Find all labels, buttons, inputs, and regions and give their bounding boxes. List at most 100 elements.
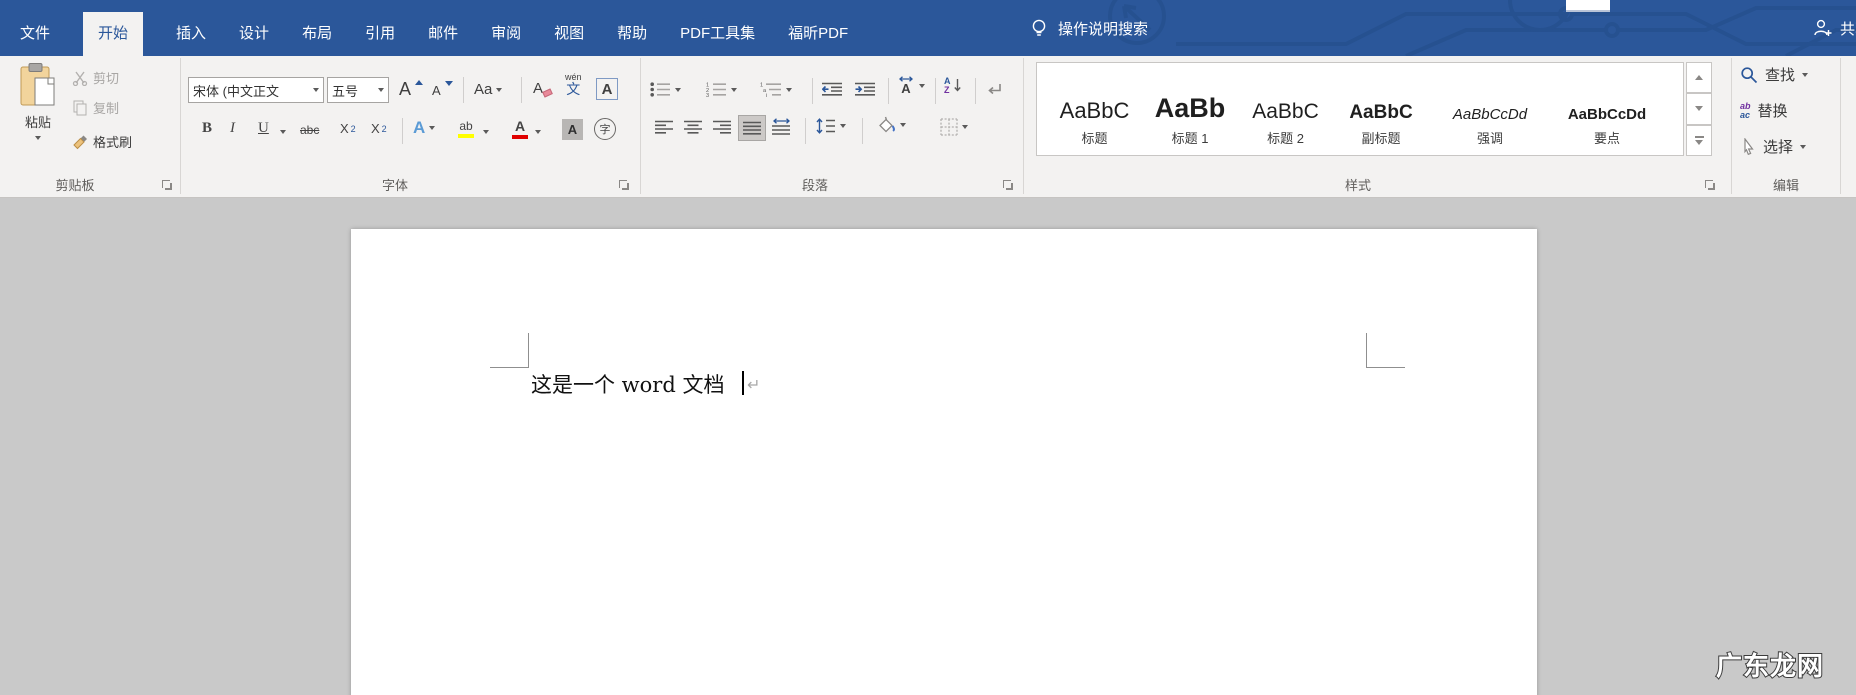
text-effects-button[interactable]: A xyxy=(413,118,435,138)
highlight-color-button[interactable]: ab xyxy=(458,119,474,138)
show-hide-marks-button[interactable] xyxy=(985,82,1002,97)
tab-layout[interactable]: 布局 xyxy=(302,12,332,56)
character-shading-button[interactable]: A xyxy=(562,119,583,140)
italic-button[interactable]: I xyxy=(230,120,235,137)
find-button[interactable]: 查找 xyxy=(1740,64,1808,85)
tab-insert[interactable]: 插入 xyxy=(176,12,206,56)
bullets-button[interactable] xyxy=(650,82,681,97)
cut-button[interactable]: 剪切 xyxy=(72,68,119,87)
align-right-button[interactable] xyxy=(713,120,732,135)
line-spacing-button[interactable] xyxy=(816,118,846,134)
style-item-subtitle[interactable]: AaBbC 副标题 xyxy=(1333,63,1429,155)
align-left-icon xyxy=(655,120,674,135)
decrease-indent-icon xyxy=(822,82,843,97)
text-effects-dropdown-icon xyxy=(429,126,435,130)
paste-button[interactable]: 粘贴 xyxy=(12,62,64,170)
document-page[interactable] xyxy=(351,229,1537,695)
tab-foxit-pdf[interactable]: 福昕PDF xyxy=(788,12,848,56)
bullets-icon xyxy=(650,82,671,97)
gallery-more-button[interactable] xyxy=(1686,125,1712,156)
tab-home[interactable]: 开始 xyxy=(83,12,143,56)
tab-mailings[interactable]: 邮件 xyxy=(428,12,458,56)
font-color-dropdown-icon[interactable] xyxy=(535,130,541,134)
styles-dialog-launcher-icon[interactable] xyxy=(1704,179,1716,191)
grow-font-button[interactable]: A xyxy=(399,79,423,100)
style-sample: AaBbC xyxy=(1060,100,1130,122)
underline-dropdown-icon[interactable] xyxy=(280,130,286,134)
font-size-combobox[interactable]: 五号 xyxy=(327,77,389,103)
highlight-glyph: ab xyxy=(459,119,472,133)
subscript-button[interactable]: X2 xyxy=(340,121,356,136)
group-separator xyxy=(1023,58,1024,194)
font-dialog-launcher-icon[interactable] xyxy=(618,179,630,191)
numbering-icon: 123 xyxy=(706,82,727,97)
paste-dropdown-icon[interactable] xyxy=(35,136,41,140)
cut-label: 剪切 xyxy=(93,68,119,87)
tab-help[interactable]: 帮助 xyxy=(617,12,647,56)
asian-layout-button[interactable]: A xyxy=(897,76,925,95)
sort-button[interactable]: A Z xyxy=(944,77,961,95)
decrease-indent-button[interactable] xyxy=(822,82,843,97)
document-area[interactable]: 这是一个 word 文档 ↵ 广东龙网 xyxy=(0,199,1856,695)
style-item-emphasis[interactable]: AaBbCcDd 强调 xyxy=(1429,63,1551,155)
replace-button[interactable]: ab ac 替换 xyxy=(1740,100,1788,121)
borders-dropdown-icon xyxy=(962,125,968,129)
change-case-glyph: Aa xyxy=(474,81,492,98)
superscript-button[interactable]: X2 xyxy=(371,121,387,136)
find-magnifier-icon xyxy=(1740,66,1758,84)
enclose-characters-button[interactable]: 字 xyxy=(594,118,616,140)
borders-button[interactable] xyxy=(940,118,968,136)
select-button[interactable]: 选择 xyxy=(1741,136,1806,157)
format-painter-button[interactable]: 格式刷 xyxy=(72,132,132,151)
shrink-font-button[interactable]: A xyxy=(432,83,453,98)
distribute-button[interactable] xyxy=(772,118,791,136)
document-text[interactable]: 这是一个 word 文档 xyxy=(531,369,724,399)
font-name-combobox[interactable]: 宋体 (中文正文 xyxy=(188,77,324,103)
copy-button[interactable]: 复制 xyxy=(72,98,119,117)
superscript-glyph: X xyxy=(371,121,380,136)
style-item-title[interactable]: AaBbC 标题 xyxy=(1047,63,1142,155)
tell-me-search[interactable]: 操作说明搜索 xyxy=(1030,0,1148,56)
multilevel-dropdown-icon xyxy=(786,88,792,92)
tab-file[interactable]: 文件 xyxy=(20,12,50,56)
justify-button[interactable] xyxy=(738,115,766,141)
style-name: 标题 2 xyxy=(1267,128,1304,147)
style-item-strong[interactable]: AaBbCcDd 要点 xyxy=(1551,63,1663,155)
align-center-button[interactable] xyxy=(684,120,703,135)
ribbon: 粘贴 剪切 复制 格式刷 剪贴板 xyxy=(0,56,1856,198)
share-button[interactable]: 共享 xyxy=(1812,0,1856,56)
style-sample: AaBb xyxy=(1155,95,1226,122)
gallery-scroll-up-button[interactable] xyxy=(1686,62,1712,93)
paragraph-dialog-launcher-icon[interactable] xyxy=(1002,179,1014,191)
align-left-button[interactable] xyxy=(655,120,674,135)
paragraph-return-mark: ↵ xyxy=(747,375,760,395)
tab-review[interactable]: 审阅 xyxy=(491,12,521,56)
tab-pdf-tools[interactable]: PDF工具集 xyxy=(680,12,755,56)
tab-view[interactable]: 视图 xyxy=(554,12,584,56)
sort-arrow-icon xyxy=(954,78,961,94)
style-item-heading1[interactable]: AaBb 标题 1 xyxy=(1142,63,1238,155)
clipboard-dialog-launcher-icon[interactable] xyxy=(161,179,173,191)
strikethrough-button[interactable]: abc xyxy=(300,123,319,137)
multilevel-list-button[interactable]: 1ai xyxy=(760,82,792,97)
clear-formatting-button[interactable]: A xyxy=(533,80,556,97)
font-color-button[interactable]: A xyxy=(512,118,528,139)
tab-design[interactable]: 设计 xyxy=(239,12,269,56)
margin-cropmark-right-horizontal xyxy=(1366,367,1405,368)
underline-button[interactable]: U xyxy=(258,120,269,137)
separator xyxy=(812,78,813,104)
bold-button[interactable]: B xyxy=(202,120,212,137)
numbering-button[interactable]: 123 xyxy=(706,82,737,97)
change-case-button[interactable]: Aa xyxy=(474,81,502,98)
style-item-heading2[interactable]: AaBbC 标题 2 xyxy=(1238,63,1333,155)
highlight-dropdown-icon[interactable] xyxy=(483,130,489,134)
gallery-scroll-down-button[interactable] xyxy=(1686,93,1712,124)
tab-references[interactable]: 引用 xyxy=(365,12,395,56)
svg-text:3: 3 xyxy=(706,93,709,97)
character-border-button[interactable]: A xyxy=(596,78,618,100)
sort-z-glyph: Z xyxy=(944,86,951,95)
increase-indent-button[interactable] xyxy=(855,82,876,97)
shading-button[interactable] xyxy=(876,116,906,134)
phonetic-guide-button[interactable]: wén 文 xyxy=(565,73,582,96)
clear-formatting-glyph: A xyxy=(533,80,543,97)
